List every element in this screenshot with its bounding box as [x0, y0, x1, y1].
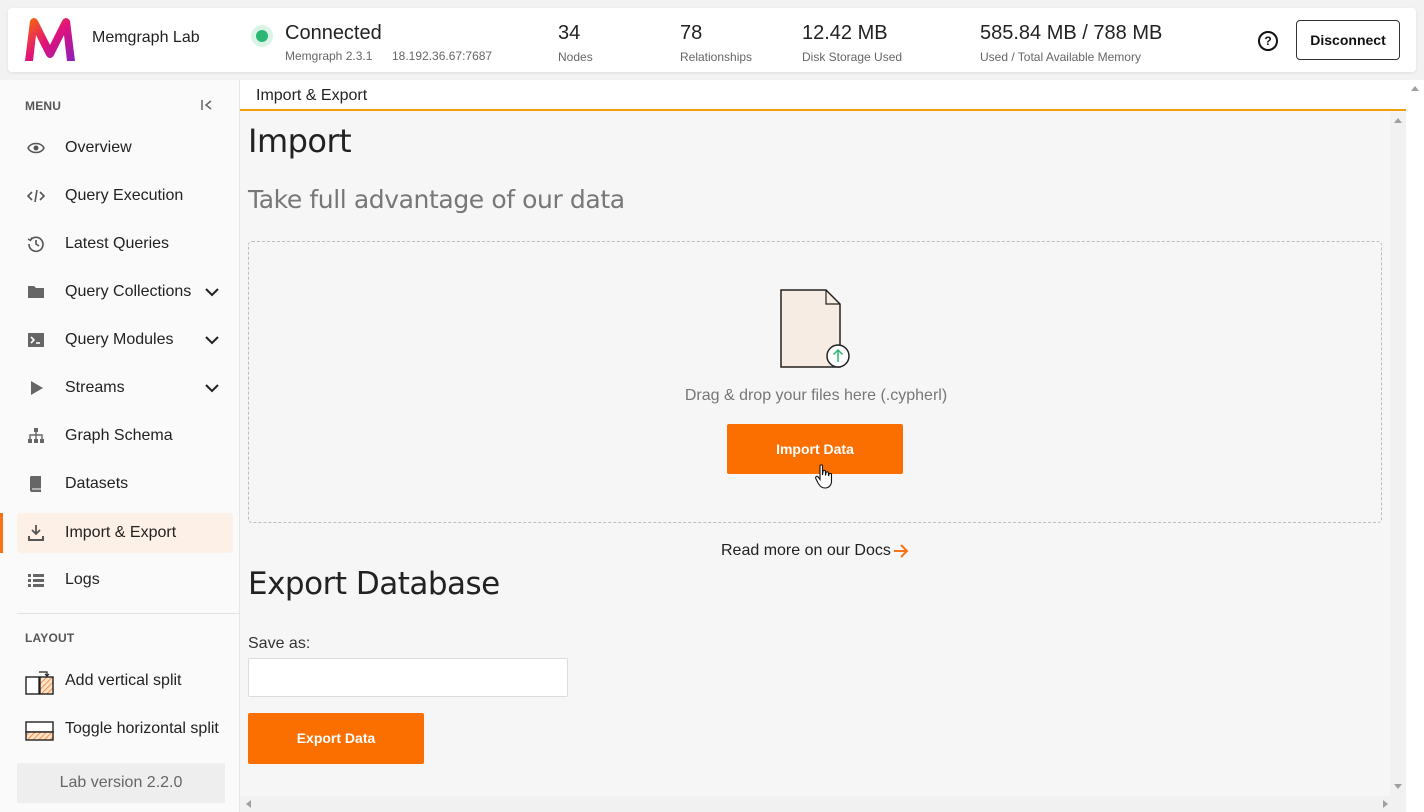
sidebar-item-import-export[interactable]: Import & Export: [17, 513, 233, 553]
sidebar-item-query-modules[interactable]: Query Modules: [17, 320, 233, 360]
layout-item-label: Toggle horizontal split: [65, 720, 219, 737]
disconnect-button[interactable]: Disconnect: [1296, 20, 1400, 60]
stat-memory: 585.84 MB / 788 MB Used / Total Availabl…: [980, 22, 1162, 64]
add-vertical-split-button[interactable]: Add vertical split: [17, 661, 233, 703]
tab-bar: Import & Export: [240, 80, 1406, 111]
stat-disk-storage: 12.42 MB Disk Storage Used: [802, 22, 902, 64]
connection-status: Connected: [285, 22, 382, 44]
stat-value: 585.84 MB / 788 MB: [980, 22, 1163, 44]
play-icon: [31, 381, 43, 395]
sidebar-item-label: Logs: [65, 571, 100, 588]
hierarchy-icon: [28, 428, 44, 443]
sidebar-item-label: Import & Export: [65, 524, 177, 541]
main-content: Import & Export Import Take full advanta…: [240, 80, 1406, 796]
sidebar-item-graph-schema[interactable]: Graph Schema: [17, 416, 233, 456]
sidebar-divider: [17, 613, 239, 614]
top-header: Memgraph Lab Connected Memgraph 2.3.1 18…: [8, 8, 1416, 72]
file-upload-icon: [780, 289, 850, 368]
terminal-icon: [28, 333, 44, 347]
stat-relationships: 78 Relationships: [680, 22, 752, 64]
sidebar-item-label: Latest Queries: [65, 235, 170, 252]
toggle-horizontal-split-button[interactable]: Toggle horizontal split: [17, 709, 233, 751]
sidebar-item-label: Overview: [65, 139, 132, 156]
horizontal-scrollbar[interactable]: [240, 796, 1406, 812]
import-title: Import: [248, 122, 352, 160]
sidebar-item-label: Query Execution: [65, 187, 184, 204]
sidebar-item-latest-queries[interactable]: Latest Queries: [17, 224, 233, 264]
connection-status-indicator: [251, 25, 273, 47]
stat-value: 78: [680, 22, 703, 44]
layout-item-label: Add vertical split: [65, 672, 182, 689]
download-icon: [28, 525, 44, 541]
eye-icon: [27, 142, 45, 154]
lab-version: Lab version 2.2.0: [17, 763, 225, 803]
export-title: Export Database: [248, 566, 500, 602]
export-data-button[interactable]: Export Data: [248, 713, 424, 764]
chevron-down-icon[interactable]: [205, 285, 219, 299]
save-as-label: Save as:: [248, 635, 311, 652]
layout-section-title: LAYOUT: [25, 631, 75, 645]
stat-label: Disk Storage Used: [802, 50, 903, 64]
active-indicator: [0, 513, 3, 553]
app-name: Memgraph Lab: [92, 29, 200, 46]
stat-label: Relationships: [680, 50, 753, 64]
chevron-down-icon[interactable]: [205, 381, 219, 395]
vertical-split-icon: [25, 671, 54, 695]
folder-icon: [28, 286, 44, 298]
sidebar-item-label: Streams: [65, 379, 125, 396]
book-icon: [30, 476, 41, 492]
menu-section-title: MENU: [25, 99, 62, 113]
import-subtitle: Take full advantage of our data: [248, 185, 625, 214]
sidebar-item-overview[interactable]: Overview: [17, 128, 233, 168]
save-as-input[interactable]: [248, 658, 568, 697]
stat-label: Nodes: [558, 50, 593, 64]
sidebar-item-label: Datasets: [65, 475, 129, 492]
memgraph-version: Memgraph 2.3.1: [285, 49, 373, 63]
sidebar-item-logs[interactable]: Logs: [17, 560, 233, 600]
vertical-scrollbar[interactable]: [1390, 112, 1406, 796]
stat-value: 34: [558, 22, 581, 44]
sidebar-item-query-collections[interactable]: Query Collections: [17, 272, 233, 312]
collapse-sidebar-icon[interactable]: [200, 98, 214, 112]
chevron-down-icon[interactable]: [205, 333, 219, 347]
hand-cursor-icon: [815, 464, 833, 489]
stat-nodes: 34 Nodes: [558, 22, 593, 64]
file-dropzone[interactable]: Drag & drop your files here (.cypherl) I…: [248, 241, 1382, 523]
sidebar-item-datasets[interactable]: Datasets: [17, 464, 233, 504]
list-icon: [28, 574, 44, 587]
code-icon: [27, 189, 45, 203]
docs-link-text: Read more on our Docs: [721, 542, 891, 559]
horizontal-split-icon: [25, 721, 54, 741]
memgraph-logo-icon: [25, 18, 75, 61]
history-icon: [27, 236, 44, 253]
connection-host: 18.192.36.67:7687: [392, 49, 493, 63]
sidebar-item-streams[interactable]: Streams: [17, 368, 233, 408]
stat-label: Used / Total Available Memory: [980, 50, 1141, 64]
tab-import-export[interactable]: Import & Export: [256, 87, 367, 105]
outer-vertical-scrollbar[interactable]: [1406, 80, 1424, 812]
sidebar: MENU Overview Query Execution Latest Que…: [0, 80, 240, 812]
sidebar-item-label: Query Collections: [65, 283, 192, 300]
stat-value: 12.42 MB: [802, 22, 888, 44]
sidebar-item-label: Query Modules: [65, 331, 174, 348]
sidebar-item-query-execution[interactable]: Query Execution: [17, 176, 233, 216]
dropzone-text: Drag & drop your files here (.cypherl): [684, 387, 948, 404]
sidebar-item-label: Graph Schema: [65, 427, 173, 444]
help-icon[interactable]: ?: [1258, 31, 1278, 51]
arrow-right-icon: [893, 544, 909, 558]
docs-link[interactable]: Read more on our Docs: [721, 542, 909, 560]
